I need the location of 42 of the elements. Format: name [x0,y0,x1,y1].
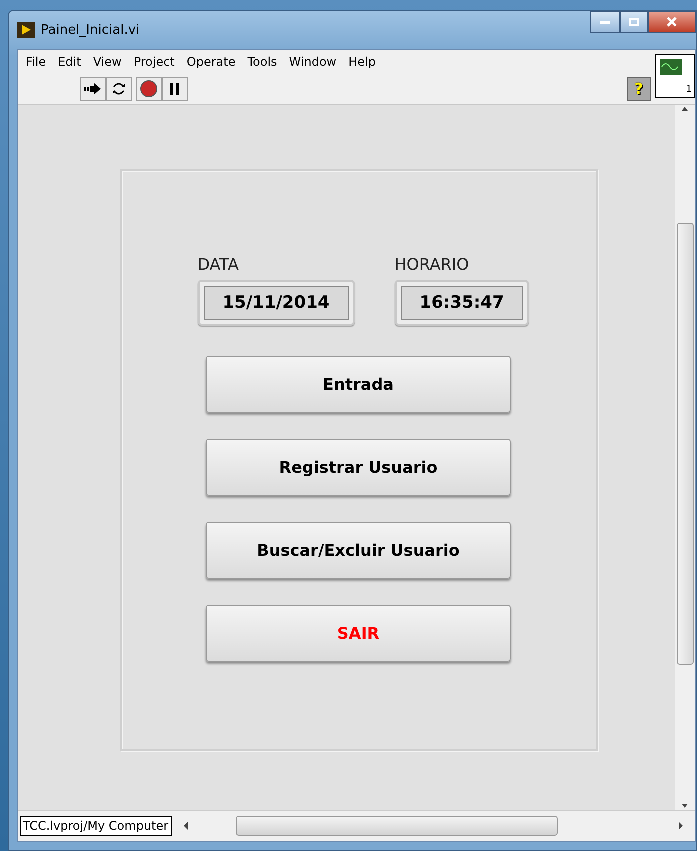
indicator-label: HORARIO [394,255,470,274]
run-continuously-button[interactable] [106,77,132,101]
minimize-button[interactable] [590,11,620,33]
scroll-thumb[interactable] [236,816,558,836]
maximize-button[interactable] [620,11,648,33]
waveform-icon [660,59,682,75]
scroll-up-icon[interactable] [682,105,688,113]
connector-number: 1 [686,85,692,95]
close-icon [667,17,677,27]
indicator-value: 16:35:47 [400,286,524,320]
scroll-left-icon[interactable] [182,822,188,830]
stop-icon [140,80,158,98]
menu-button[interactable]: Entrada [206,356,511,413]
menu-item[interactable]: Project [128,55,181,69]
abort-button[interactable] [136,77,162,101]
pause-icon [170,83,180,95]
close-button[interactable] [648,11,696,33]
scroll-thumb[interactable] [676,223,694,665]
menu-button[interactable]: Registrar Usuario [206,439,511,496]
menu-item[interactable]: File [20,55,52,69]
vertical-scrollbar[interactable] [675,105,695,810]
menu-item[interactable]: Operate [180,55,242,69]
cycle-arrows-icon [111,81,127,97]
menu-button[interactable]: Buscar/Excluir Usuario [206,522,511,579]
pause-button[interactable] [162,77,188,101]
run-button[interactable] [80,77,106,101]
maximize-icon [629,18,639,26]
menu-item[interactable]: View [87,55,128,69]
indicator-value: 15/11/2014 [204,286,349,320]
menu-item[interactable]: Edit [52,55,88,69]
vi-icon [17,22,35,38]
window-title: Painel_Inicial.vi [41,22,140,38]
menu-item[interactable]: Help [342,55,382,69]
minimize-icon [600,20,610,24]
indicator-label: DATA [198,255,240,274]
scroll-down-icon[interactable] [682,802,688,810]
context-label: TCC.lvproj/My Computer [20,816,172,836]
arrow-icon [84,82,102,96]
menu-item[interactable]: Window [283,55,343,69]
connector-pane[interactable]: 1 [655,54,695,98]
menu-item[interactable]: Tools [242,55,284,69]
scroll-right-icon[interactable] [679,822,685,830]
